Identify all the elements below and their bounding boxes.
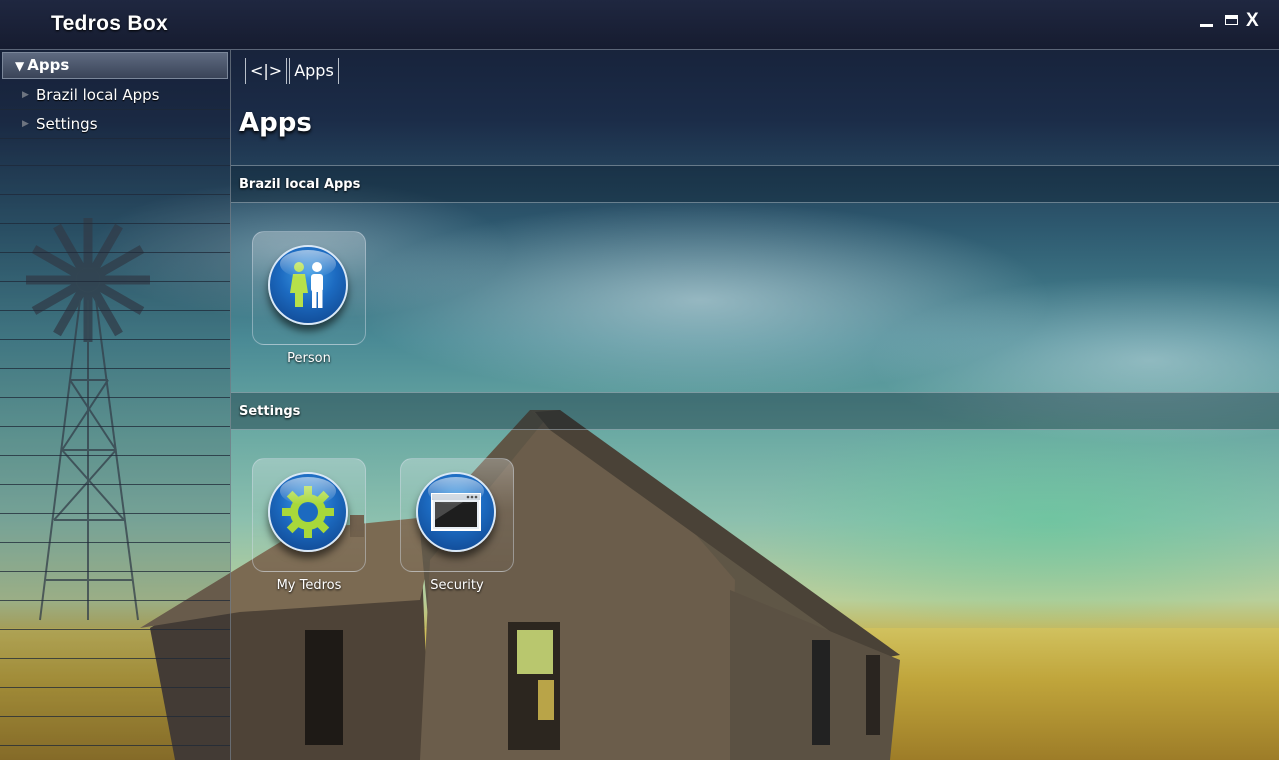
triangle-down-icon: ▼ <box>15 59 25 73</box>
sidebar-item-label: Settings <box>36 115 98 133</box>
close-button[interactable]: X <box>1246 10 1259 32</box>
sidebar: ▼ Apps ▶ Brazil local Apps ▶ Settings <box>0 50 231 760</box>
triangle-right-icon: ▶ <box>22 119 29 129</box>
person-icon <box>268 245 348 325</box>
section-header-brazil-local-apps: Brazil local Apps <box>231 165 1279 203</box>
sidebar-item-label: Brazil local Apps <box>36 86 160 104</box>
sidebar-item-settings[interactable]: ▶ Settings <box>0 110 230 139</box>
title-bar: Tedros Box X <box>0 0 1279 50</box>
breadcrumb-apps-link[interactable]: Apps <box>289 58 339 84</box>
window-icon <box>416 472 496 552</box>
app-label-my-tedros: My Tedros <box>276 578 342 593</box>
app-tile-security[interactable] <box>400 458 514 572</box>
app-tile-person[interactable] <box>252 231 366 345</box>
triangle-right-icon: ▶ <box>22 90 29 100</box>
maximize-button[interactable] <box>1225 15 1238 25</box>
sidebar-row-lines <box>0 137 230 760</box>
sidebar-item-brazil-local-apps[interactable]: ▶ Brazil local Apps <box>0 81 230 110</box>
main-content: <|> Apps Apps Brazil local Apps Person S… <box>231 50 1279 760</box>
sidebar-header-apps[interactable]: ▼ Apps <box>2 52 228 79</box>
breadcrumb-back-link[interactable]: <|> <box>245 58 288 84</box>
app-label-security: Security <box>430 578 484 593</box>
minimize-button[interactable] <box>1200 24 1213 27</box>
breadcrumb: <|> Apps <box>245 58 341 84</box>
app-tile-my-tedros[interactable] <box>252 458 366 572</box>
app-label-person: Person <box>287 351 331 366</box>
section-header-settings: Settings <box>231 392 1279 430</box>
gear-icon <box>268 472 348 552</box>
app-title: Tedros Box <box>51 12 168 35</box>
sidebar-header-label: Apps <box>27 56 70 74</box>
page-title: Apps <box>239 108 312 138</box>
